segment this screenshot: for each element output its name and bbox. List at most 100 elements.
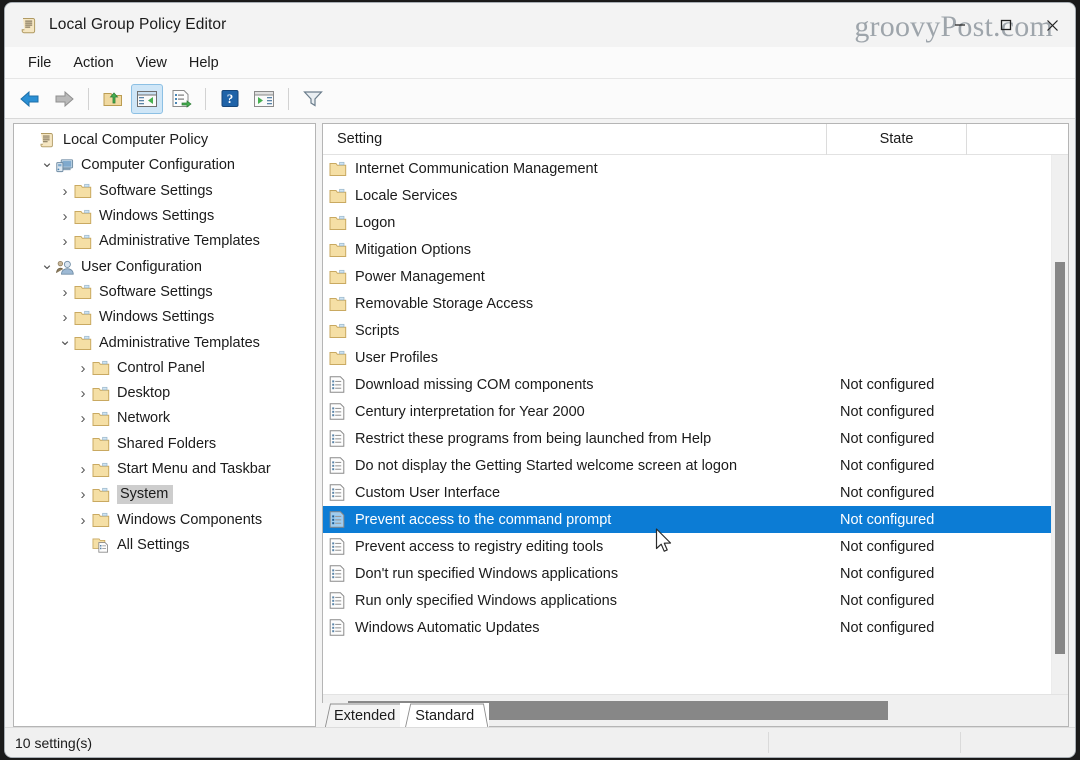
tree-item-desktop[interactable]: Desktop <box>14 381 315 406</box>
table-row[interactable]: Power Management <box>323 263 1068 290</box>
menu-action[interactable]: Action <box>62 52 124 74</box>
computer-icon <box>56 158 74 174</box>
status-setting-count: 10 setting(s) <box>15 734 93 751</box>
view-tabs: Extended Standard <box>319 703 490 729</box>
tree-item-windows-settings[interactable]: Windows Settings <box>14 305 315 330</box>
vertical-scrollbar[interactable] <box>1051 155 1068 694</box>
tree-item-software-settings[interactable]: Software Settings <box>14 280 315 305</box>
chevron-right-icon[interactable] <box>74 462 92 477</box>
column-header-setting[interactable]: Setting <box>323 124 827 155</box>
tree-item-shared-folders[interactable]: Shared Folders <box>14 432 315 457</box>
close-button[interactable] <box>1029 3 1075 47</box>
policy-setting-icon <box>329 484 347 501</box>
back-icon[interactable] <box>14 84 46 114</box>
setting-state: Not configured <box>840 376 935 393</box>
table-row[interactable]: Custom User Interface Not configured <box>323 479 1068 506</box>
policy-setting-icon <box>329 430 347 447</box>
chevron-right-icon[interactable] <box>74 361 92 376</box>
tree-item-control-panel[interactable]: Control Panel <box>14 356 315 381</box>
tree-item-start-menu-and-taskbar[interactable]: Start Menu and Taskbar <box>14 457 315 482</box>
show-action-pane-icon[interactable] <box>248 84 280 114</box>
chevron-right-icon[interactable] <box>56 310 74 325</box>
chevron-down-icon[interactable] <box>38 158 56 173</box>
tree-item-system[interactable]: System <box>14 482 315 507</box>
policy-setting-icon <box>329 376 347 393</box>
table-row[interactable]: Mitigation Options <box>323 236 1068 263</box>
policy-scroll-icon <box>19 15 39 35</box>
setting-name: Don't run specified Windows applications <box>355 565 619 582</box>
table-row[interactable]: Century interpretation for Year 2000 Not … <box>323 398 1068 425</box>
table-row[interactable]: Prevent access to the command prompt Not … <box>323 506 1068 533</box>
export-list-icon[interactable] <box>165 84 197 114</box>
chevron-right-icon[interactable] <box>74 386 92 401</box>
chevron-right-icon[interactable] <box>74 411 92 426</box>
tree-item-network[interactable]: Network <box>14 406 315 431</box>
menu-help[interactable]: Help <box>178 52 230 74</box>
table-row[interactable]: Run only specified Windows applications N… <box>323 587 1068 614</box>
tree-item-administrative-templates[interactable]: Administrative Templates <box>14 229 315 254</box>
tree-item-label: Start Menu and Taskbar <box>117 461 271 477</box>
settings-list-pane[interactable]: Setting State Internet Communication Man… <box>322 123 1069 727</box>
table-row[interactable]: Internet Communication Management <box>323 155 1068 182</box>
tree-item-label: Administrative Templates <box>99 233 260 250</box>
filter-icon[interactable] <box>297 84 329 114</box>
chevron-right-icon[interactable] <box>74 487 92 502</box>
table-row[interactable]: Download missing COM components Not confi… <box>323 371 1068 398</box>
vertical-scrollbar-thumb[interactable] <box>1055 262 1065 654</box>
app-window: Local Group Policy Editor groovyPost.com… <box>4 2 1076 758</box>
tab-extended[interactable]: Extended <box>319 703 411 729</box>
folder-icon <box>92 386 110 402</box>
menu-view[interactable]: View <box>125 52 178 74</box>
tree-item-label: Windows Settings <box>99 309 215 326</box>
tree-item-computer-configuration[interactable]: Computer Configuration <box>14 153 315 178</box>
console-tree-pane[interactable]: Local Computer Policy Computer Configurat… <box>13 123 316 727</box>
tree-item-software-settings[interactable]: Software Settings <box>14 179 315 204</box>
chevron-right-icon[interactable] <box>56 209 74 224</box>
show-hide-console-tree-icon[interactable] <box>131 83 163 114</box>
help-icon[interactable]: ? <box>214 84 246 114</box>
folder-icon <box>74 335 92 351</box>
table-row[interactable]: User Profiles <box>323 344 1068 371</box>
chevron-down-icon[interactable] <box>38 260 56 275</box>
chevron-down-icon[interactable] <box>56 336 74 351</box>
table-row[interactable]: Prevent access to registry editing tools… <box>323 533 1068 560</box>
up-folder-icon[interactable] <box>97 84 129 114</box>
tree-item-label: Software Settings <box>99 283 213 300</box>
tree-item-windows-settings[interactable]: Windows Settings <box>14 204 315 229</box>
table-row[interactable]: Windows Automatic Updates Not configured <box>323 614 1068 641</box>
policy-setting-icon <box>329 565 347 582</box>
folder-icon <box>92 462 110 478</box>
chevron-right-icon[interactable] <box>74 513 92 528</box>
column-header-state[interactable]: State <box>827 124 967 155</box>
table-row[interactable]: Locale Services <box>323 182 1068 209</box>
tree-item-all-settings[interactable]: All Settings <box>14 533 315 558</box>
table-row[interactable]: Don't run specified Windows applications… <box>323 560 1068 587</box>
tree-item-user-configuration[interactable]: User Configuration <box>14 254 315 279</box>
forward-icon[interactable] <box>48 84 80 114</box>
setting-state: Not configured <box>840 592 935 609</box>
setting-name: Windows Automatic Updates <box>355 619 540 636</box>
folder-icon <box>92 512 110 528</box>
maximize-button[interactable] <box>983 3 1029 47</box>
table-row[interactable]: Scripts <box>323 317 1068 344</box>
folder-icon <box>329 322 347 339</box>
chevron-right-icon[interactable] <box>56 285 74 300</box>
settings-list-body: Internet Communication Management Locale … <box>323 155 1068 694</box>
setting-name: Power Management <box>355 268 485 285</box>
tree-item-windows-components[interactable]: Windows Components <box>14 507 315 532</box>
chevron-right-icon[interactable] <box>56 234 74 249</box>
tree-item-local-computer-policy[interactable]: Local Computer Policy <box>14 128 315 153</box>
table-row[interactable]: Logon <box>323 209 1068 236</box>
tree-item-administrative-templates[interactable]: Administrative Templates <box>14 330 315 355</box>
table-row[interactable]: Restrict these programs from being launc… <box>323 425 1068 452</box>
tree-item-label: Network <box>117 410 171 427</box>
tab-standard[interactable]: Standard <box>400 703 490 729</box>
setting-name: Do not display the Getting Started welco… <box>355 457 738 474</box>
chevron-right-icon[interactable] <box>56 184 74 199</box>
table-row[interactable]: Do not display the Getting Started welco… <box>323 452 1068 479</box>
minimize-button[interactable] <box>937 3 983 47</box>
setting-state: Not configured <box>840 511 935 528</box>
setting-name: Internet Communication Management <box>355 160 598 177</box>
table-row[interactable]: Removable Storage Access <box>323 290 1068 317</box>
menu-file[interactable]: File <box>17 52 62 74</box>
